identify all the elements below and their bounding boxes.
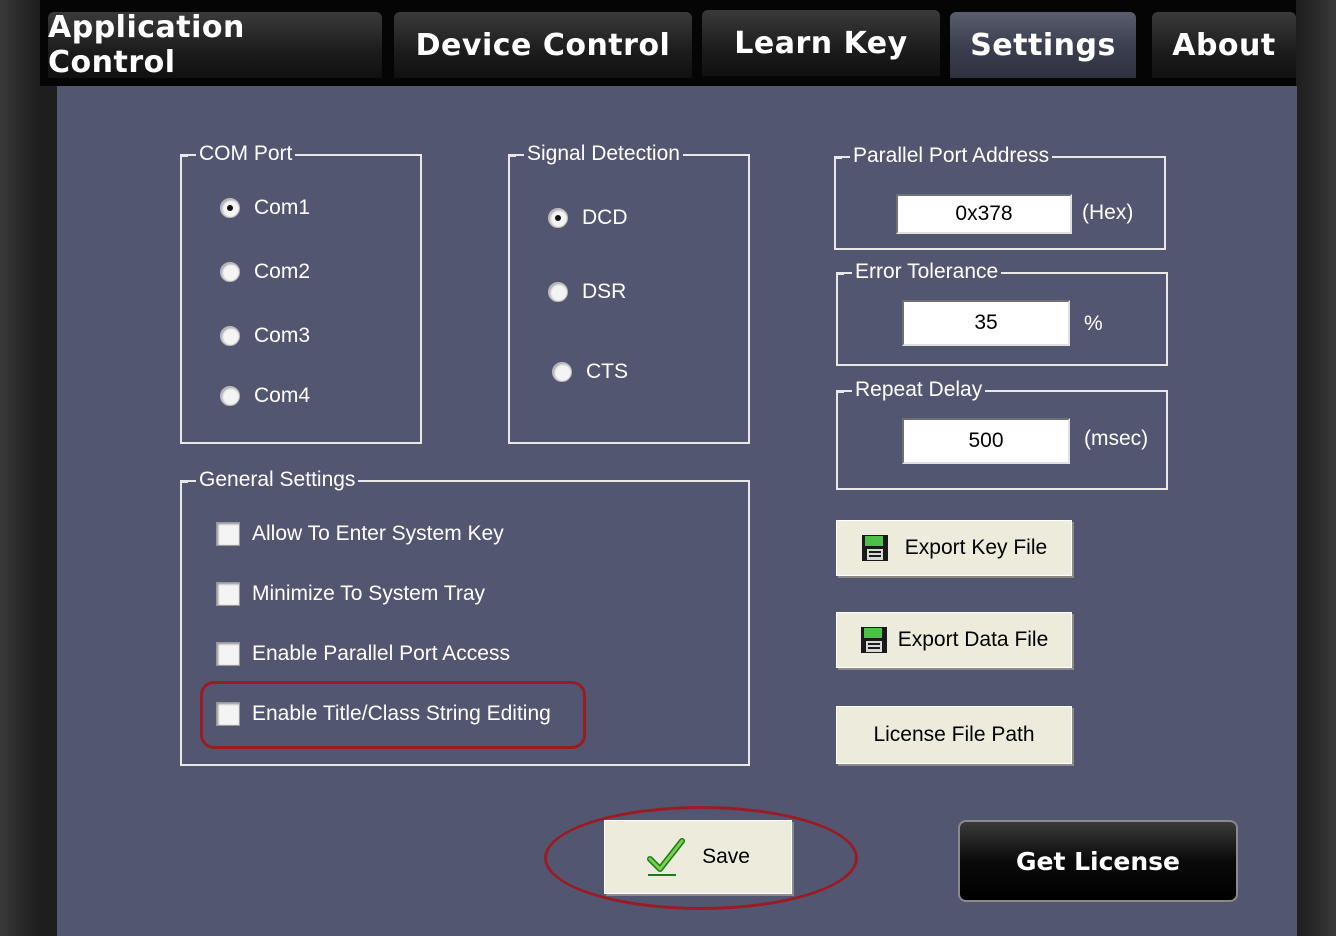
error-tolerance-title: Error Tolerance	[837, 260, 1002, 284]
radio-com1[interactable]: Com1	[220, 196, 310, 220]
error-tolerance-input[interactable]	[902, 300, 1070, 346]
radio-label: Com1	[254, 196, 311, 219]
radio-button[interactable]	[220, 262, 240, 282]
radio-cts[interactable]: CTS	[552, 360, 628, 384]
checkbox-label: Enable Parallel Port Access	[252, 642, 510, 665]
radio-label: Com2	[254, 260, 311, 283]
radio-label: Com3	[254, 324, 311, 347]
export-data-file-button[interactable]: Export Data File	[836, 612, 1072, 668]
floppy-disk-icon	[860, 627, 887, 653]
radio-button[interactable]	[220, 386, 240, 406]
repeat-delay-title: Repeat Delay	[837, 378, 986, 402]
radio-com2[interactable]: Com2	[220, 260, 310, 284]
license-file-path-button[interactable]: License File Path	[836, 706, 1072, 764]
radio-label: CTS	[586, 360, 628, 383]
tab-learn-key[interactable]: Learn Key	[702, 10, 940, 76]
parallel-port-unit: (Hex)	[1082, 201, 1134, 224]
checkbox-title-class-editing[interactable]: Enable Title/Class String Editing	[216, 702, 551, 726]
tab-settings[interactable]: Settings	[950, 12, 1136, 78]
tab-application-control[interactable]: Application Control	[48, 10, 382, 80]
error-tolerance-unit: %	[1084, 312, 1103, 335]
radio-label: Com4	[254, 384, 311, 407]
parallel-port-input[interactable]	[896, 194, 1072, 234]
radio-label: DCD	[582, 206, 628, 229]
export-key-file-button[interactable]: Export Key File	[836, 520, 1072, 576]
radio-button[interactable]	[548, 208, 568, 228]
com-port-title: COM Port	[181, 142, 296, 166]
radio-dsr[interactable]: DSR	[548, 280, 626, 304]
checkbox-allow-system-key[interactable]: Allow To Enter System Key	[216, 522, 504, 546]
checkbox[interactable]	[216, 522, 240, 546]
tab-device-control[interactable]: Device Control	[394, 12, 692, 78]
signal-detection-title: Signal Detection	[510, 142, 683, 166]
parallel-port-title: Parallel Port Address	[835, 144, 1053, 168]
checkbox-label: Minimize To System Tray	[252, 582, 485, 605]
radio-com3[interactable]: Com3	[220, 324, 310, 348]
signal-detection-group: Signal Detection	[508, 142, 750, 444]
radio-label: DSR	[582, 280, 627, 303]
repeat-delay-input[interactable]	[902, 418, 1070, 464]
checkmark-icon	[647, 838, 686, 876]
get-license-button[interactable]: Get License	[958, 820, 1238, 902]
checkbox[interactable]	[216, 702, 240, 726]
checkbox-parallel-port-access[interactable]: Enable Parallel Port Access	[216, 642, 510, 666]
radio-button[interactable]	[220, 198, 240, 218]
radio-com4[interactable]: Com4	[220, 384, 310, 408]
save-label: Save	[702, 845, 750, 868]
radio-button[interactable]	[220, 326, 240, 346]
tab-about[interactable]: About	[1152, 12, 1296, 78]
export-data-file-label: Export Data File	[897, 628, 1049, 651]
radio-dcd[interactable]: DCD	[548, 206, 628, 230]
floppy-disk-icon	[861, 535, 888, 561]
general-settings-title: General Settings	[181, 468, 359, 492]
radio-button[interactable]	[552, 362, 572, 382]
checkbox-minimize-tray[interactable]: Minimize To System Tray	[216, 582, 485, 606]
checkbox-label: Allow To Enter System Key	[252, 522, 504, 545]
radio-button[interactable]	[548, 282, 568, 302]
save-button[interactable]: Save	[604, 820, 792, 894]
checkbox[interactable]	[216, 642, 240, 666]
repeat-delay-unit: (msec)	[1084, 427, 1149, 450]
export-key-file-label: Export Key File	[904, 536, 1048, 559]
checkbox[interactable]	[216, 582, 240, 606]
license-file-path-label: License File Path	[873, 723, 1035, 746]
checkbox-label: Enable Title/Class String Editing	[252, 702, 551, 725]
